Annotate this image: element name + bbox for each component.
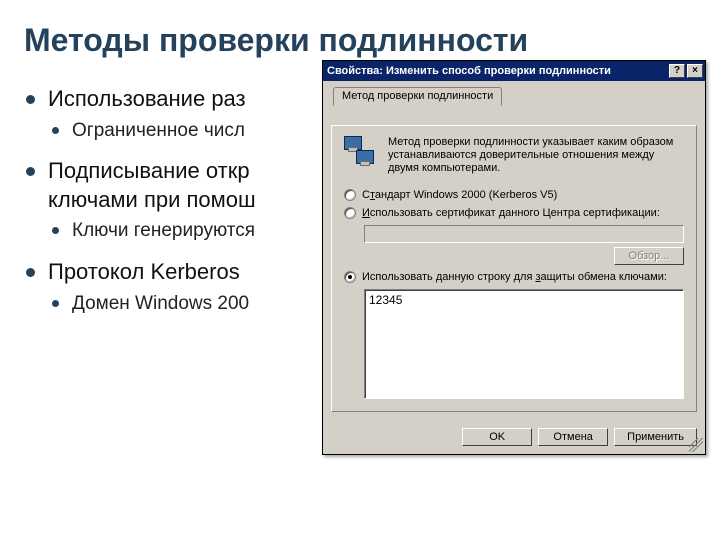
description-row: Метод проверки подлинности указывает как… xyxy=(344,136,684,175)
resize-grip-icon[interactable] xyxy=(689,438,703,452)
bullet-text: Протокол Kerberos xyxy=(48,259,240,284)
radio-input[interactable] xyxy=(344,207,356,219)
radio-input[interactable] xyxy=(344,271,356,283)
tab-auth-method[interactable]: Метод проверки подлинности xyxy=(333,87,502,106)
radio-label: Использовать сертификат данного Центра с… xyxy=(362,207,660,219)
bullet-text: Использование раз xyxy=(48,86,246,111)
slide-title: Методы проверки подлинности xyxy=(24,22,696,59)
radio-preshared-key[interactable]: Использовать данную строку для защиты об… xyxy=(344,271,684,283)
bullet-text: Подписывание откр ключами при помош xyxy=(48,158,256,212)
radio-label: Стандарт Windows 2000 (Kerberos V5) xyxy=(362,189,557,201)
network-computers-icon xyxy=(344,136,378,170)
radio-label: Использовать данную строку для защиты об… xyxy=(362,271,667,283)
dialog-title: Свойства: Изменить способ проверки подли… xyxy=(327,65,667,77)
help-button[interactable]: ? xyxy=(669,64,685,78)
preshared-key-input[interactable]: 12345 xyxy=(364,289,684,399)
browse-button: Обзор... xyxy=(614,247,684,265)
apply-button[interactable]: Применить xyxy=(614,428,697,446)
tab-panel: Метод проверки подлинности указывает как… xyxy=(331,125,697,412)
ok-button[interactable]: OK xyxy=(462,428,532,446)
description-text: Метод проверки подлинности указывает как… xyxy=(388,136,684,175)
close-button[interactable]: × xyxy=(687,64,703,78)
dialog-button-row: OK Отмена Применить xyxy=(323,420,705,454)
radio-input[interactable] xyxy=(344,189,356,201)
radio-certificate[interactable]: Использовать сертификат данного Центра с… xyxy=(344,207,684,219)
radio-kerberos[interactable]: Стандарт Windows 2000 (Kerberos V5) xyxy=(344,189,684,201)
ca-path-field xyxy=(364,225,684,243)
cancel-button[interactable]: Отмена xyxy=(538,428,608,446)
tab-strip: Метод проверки подлинности xyxy=(331,87,697,107)
dialog-body: Метод проверки подлинности Метод проверк… xyxy=(323,81,705,420)
properties-dialog: Свойства: Изменить способ проверки подли… xyxy=(322,60,706,455)
titlebar[interactable]: Свойства: Изменить способ проверки подли… xyxy=(323,61,705,81)
